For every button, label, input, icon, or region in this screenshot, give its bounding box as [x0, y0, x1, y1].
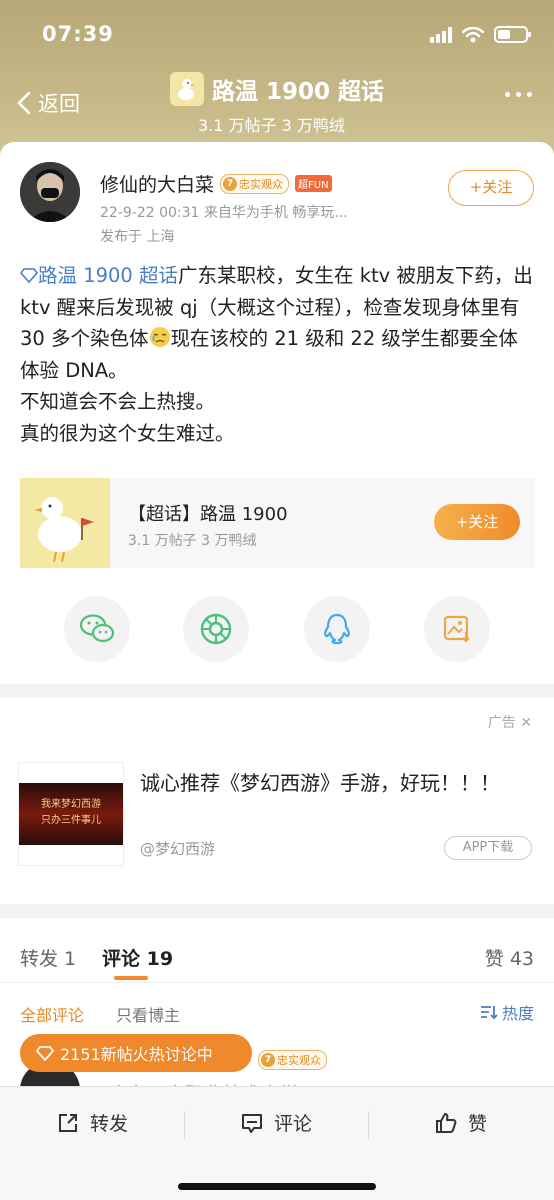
ad-source: @梦幻西游 — [140, 840, 216, 858]
divider — [184, 1111, 185, 1139]
comment-button[interactable]: 评论 — [240, 1109, 312, 1136]
topic-card-stats: 3.1 万帖子 3 万鸭绒 — [128, 533, 257, 549]
post-location: 发布于 上海 — [100, 229, 175, 245]
share-row — [0, 588, 554, 664]
duck-icon — [178, 79, 195, 100]
back-button[interactable]: 返回 — [14, 88, 80, 118]
tab-likes[interactable]: 赞 43 — [485, 944, 534, 971]
follow-button[interactable]: +关注 — [448, 170, 534, 206]
share-moments-button[interactable] — [183, 596, 249, 662]
sort-button[interactable]: 热度 — [480, 1000, 534, 1024]
super-badge: 超FUN — [295, 175, 332, 192]
topic-thumbnail — [20, 478, 110, 568]
comment-label: 评论 — [274, 1113, 313, 1135]
chevron-left-icon — [17, 91, 31, 115]
status-icons — [430, 26, 531, 43]
post-text-line3: 真的很为这个女生难过。 — [20, 421, 235, 445]
comment-fan-badge: 7 忠实观众 — [258, 1050, 327, 1070]
ad-title: 诚心推荐《梦幻西游》手游，好玩！！！ — [140, 771, 500, 795]
ad-thumbnail-art: 我来梦幻西游 只办三件事儿 — [19, 783, 123, 845]
save-image-button[interactable] — [424, 596, 490, 662]
diamond-icon — [36, 1046, 54, 1061]
ad-thumb-line1: 我来梦幻西游 — [41, 799, 101, 810]
topic-card-title: 【超话】路温 1900 — [128, 504, 288, 525]
qq-icon — [324, 613, 350, 645]
sort-label: 热度 — [501, 1004, 534, 1023]
tab-repost[interactable]: 转发 1 — [20, 944, 76, 971]
fan-badge-label: 忠实观众 — [239, 177, 284, 191]
comment-bubble-icon — [242, 1113, 262, 1133]
post-body: 路温 1900 超话广东某职校，女生在 ktv 被朋友下药，出 ktv 醒来后发… — [19, 260, 536, 449]
save-image-icon — [443, 615, 470, 643]
back-label: 返回 — [38, 92, 80, 116]
more-button[interactable] — [505, 92, 532, 97]
home-indicator — [178, 1183, 376, 1190]
topic-follow-button[interactable]: +关注 — [434, 504, 520, 540]
comment-fan-badge-label: 忠实观众 — [277, 1054, 321, 1067]
signal-icon — [430, 26, 452, 43]
share-wechat-button[interactable] — [64, 596, 130, 662]
filter-all-comments[interactable]: 全部评论 — [20, 1002, 84, 1026]
ad-label[interactable]: 广告 ✕ — [488, 712, 532, 732]
share-arrow-icon — [59, 1113, 77, 1132]
hot-pill-text: 2151新帖火热讨论中 — [60, 1045, 213, 1064]
close-icon[interactable]: ✕ — [520, 715, 532, 731]
filter-op-only[interactable]: 只看博主 — [116, 1002, 180, 1026]
repost-label: 转发 — [90, 1113, 129, 1135]
user-avatar-image — [20, 162, 80, 222]
thumbs-up-icon — [436, 1112, 457, 1133]
nav-bar: 返回 路温 1900 超话 3.1 万帖子 3 万鸭绒 — [0, 68, 554, 138]
post-card: 修仙的大白菜 7 忠实观众 超FUN 22-9-22 00:31 来自华为手机 … — [0, 142, 554, 684]
battery-icon — [494, 26, 531, 43]
topic-name: 路温 1900 超话 — [212, 79, 385, 105]
comment-fan-badge-level: 7 — [261, 1053, 275, 1067]
ad-thumb-line2: 只办三件事儿 — [41, 815, 101, 826]
topic-stats: 3.1 万帖子 3 万鸭绒 — [198, 116, 345, 135]
status-bar: 07:39 — [0, 18, 554, 54]
topic-avatar — [170, 72, 204, 106]
fan-badge-level: 7 — [223, 176, 238, 191]
like-button[interactable]: 赞 — [434, 1109, 487, 1136]
topic-card[interactable]: 【超话】路温 1900 3.1 万帖子 3 万鸭绒 +关注 — [20, 478, 534, 568]
ad-thumbnail: 我来梦幻西游 只办三件事儿 — [18, 762, 124, 866]
moments-icon — [200, 613, 232, 645]
diamond-icon — [19, 268, 39, 284]
hot-discussion-pill[interactable]: 2151新帖火热讨论中 — [20, 1034, 252, 1072]
avatar[interactable] — [20, 162, 80, 222]
post-meta: 22-9-22 00:31 来自华为手机 畅享玩... — [100, 205, 348, 221]
share-qq-button[interactable] — [304, 596, 370, 662]
user-name[interactable]: 修仙的大白菜 — [100, 170, 214, 197]
tab-underline — [114, 976, 148, 980]
status-time: 07:39 — [42, 22, 114, 46]
repost-button[interactable]: 转发 — [56, 1109, 128, 1136]
divider — [368, 1111, 369, 1139]
duck-illustration — [20, 478, 110, 568]
like-label: 赞 — [468, 1113, 488, 1135]
topic-link[interactable]: 路温 1900 超话 — [38, 264, 178, 287]
wechat-icon — [79, 614, 115, 643]
divider — [0, 982, 554, 983]
crying-face-icon — [149, 327, 170, 347]
ad-label-text: 广告 — [487, 715, 516, 731]
bottom-action-bar: 转发 评论 赞 — [0, 1086, 554, 1200]
ad-card[interactable]: 广告 ✕ 我来梦幻西游 只办三件事儿 诚心推荐《梦幻西游》手游，好玩！！！ @梦… — [0, 698, 554, 904]
tab-comment[interactable]: 评论 19 — [102, 944, 173, 971]
topic-title[interactable]: 路温 1900 超话 — [170, 72, 384, 106]
wifi-icon — [462, 26, 484, 42]
app-download-button[interactable]: APP下载 — [444, 836, 532, 860]
sort-icon — [480, 1006, 498, 1020]
post-text-line2: 不知道会不会上热搜。 — [20, 390, 216, 413]
fan-badge: 7 忠实观众 — [220, 173, 290, 194]
user-name-row: 修仙的大白菜 7 忠实观众 超FUN — [100, 170, 332, 197]
